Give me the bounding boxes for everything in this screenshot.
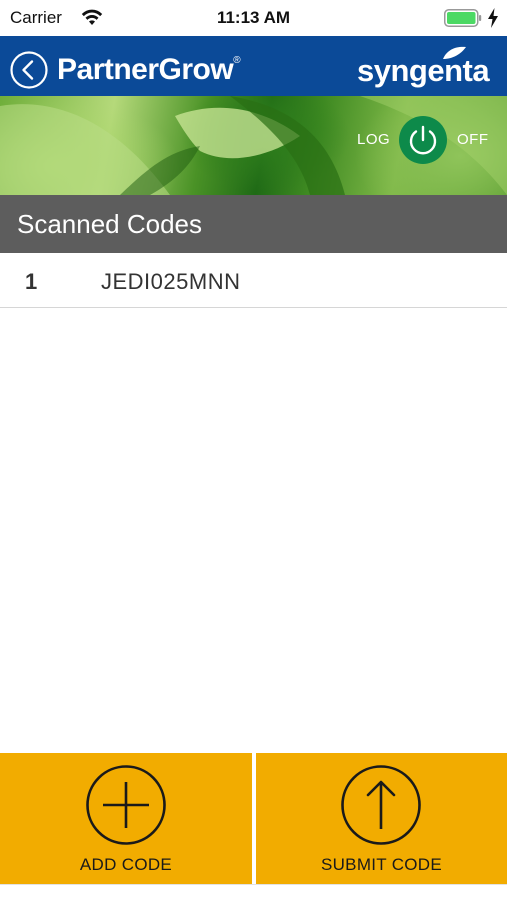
banner-image: LOG OFF bbox=[0, 96, 507, 195]
add-code-button[interactable]: ADD CODE bbox=[0, 753, 252, 884]
submit-code-button[interactable]: SUBMIT CODE bbox=[256, 753, 507, 884]
add-code-label: ADD CODE bbox=[79, 855, 173, 874]
section-title: Scanned Codes bbox=[17, 209, 203, 239]
status-time: 11:13 AM bbox=[216, 8, 291, 27]
status-bar: Carrier 11:13 AM bbox=[0, 0, 507, 36]
home-indicator-area bbox=[0, 884, 507, 900]
battery-icon bbox=[444, 9, 482, 27]
plus-circle-icon bbox=[86, 765, 166, 845]
action-bar: ADD CODE SUBMIT CODE bbox=[0, 753, 507, 884]
list-item[interactable]: 1 JEDI025MNN bbox=[0, 253, 507, 308]
registered-mark: ® bbox=[233, 55, 241, 66]
app-header: PartnerGrow® syngenta bbox=[0, 36, 507, 96]
section-header: Scanned Codes bbox=[0, 195, 507, 253]
submit-code-label: SUBMIT CODE bbox=[320, 855, 443, 874]
syngenta-leaf-icon bbox=[443, 46, 466, 59]
logoff-button[interactable] bbox=[399, 116, 447, 164]
scanned-codes-list: 1 JEDI025MNN bbox=[0, 253, 507, 308]
charging-bolt-icon bbox=[488, 8, 498, 28]
partnergrow-logo-text: PartnerGrow bbox=[57, 53, 234, 86]
code-value: JEDI025MNN bbox=[101, 269, 241, 294]
logoff-label-log: LOG bbox=[357, 131, 391, 148]
power-icon bbox=[409, 125, 437, 155]
syngenta-logo: syngenta bbox=[357, 53, 490, 88]
code-index: 1 bbox=[25, 269, 38, 294]
arrow-up-circle-icon bbox=[341, 765, 421, 845]
logoff-label-off: OFF bbox=[457, 131, 489, 148]
back-button[interactable] bbox=[10, 51, 48, 89]
partnergrow-logo: PartnerGrow® bbox=[57, 53, 241, 87]
